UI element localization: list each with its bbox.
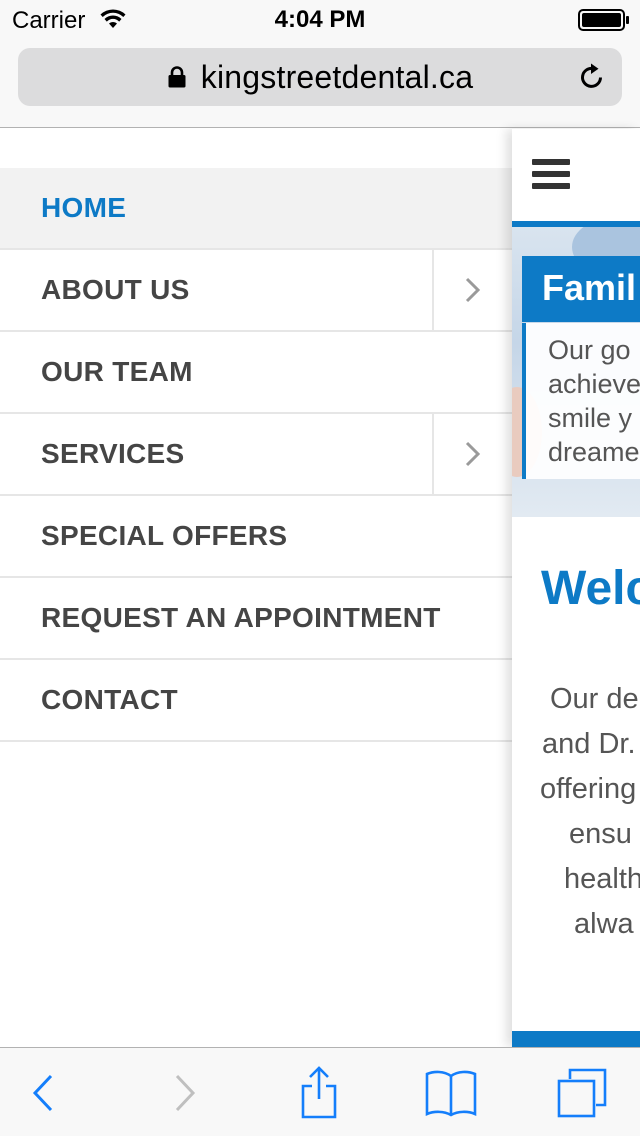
side-navigation-menu: HOME ABOUT US OUR TEAM SERVICES SPECIAL … — [0, 129, 512, 1047]
menu-item-label: HOME — [41, 192, 127, 223]
chevron-right-icon — [465, 441, 481, 467]
menu-item-label: REQUEST AN APPOINTMENT — [41, 602, 441, 633]
menu-item-label: SERVICES — [41, 438, 185, 469]
share-icon — [301, 1065, 337, 1118]
hero-text-box: Our go achieve smile y dreame — [522, 323, 640, 479]
menu-top-spacer — [0, 129, 512, 168]
hero-text: Our go achieve smile y dreame — [548, 333, 640, 469]
tabs-button[interactable] — [552, 1048, 612, 1136]
hero-banner: Famil Our go achieve smile y dreame — [512, 227, 640, 517]
address-bar-content: kingstreetdental.ca — [18, 48, 622, 106]
chevron-right-icon — [465, 277, 481, 303]
address-bar[interactable]: kingstreetdental.ca — [18, 48, 622, 106]
menu-item-label: CONTACT — [41, 684, 178, 715]
hamburger-menu-icon[interactable] — [532, 159, 570, 189]
body-line: health — [564, 863, 640, 895]
browser-bottom-toolbar — [0, 1047, 640, 1136]
hero-text-line: dreame — [548, 437, 640, 467]
hero-text-line: Our go — [548, 335, 631, 365]
share-button[interactable] — [292, 1048, 346, 1136]
menu-item-special-offers[interactable]: SPECIAL OFFERS — [0, 496, 512, 578]
menu-item-home[interactable]: HOME — [0, 168, 512, 250]
forward-icon — [175, 1074, 196, 1111]
back-icon — [32, 1074, 53, 1111]
battery-icon — [578, 9, 629, 31]
hero-text-line: achieve — [548, 369, 640, 399]
menu-item-about-us[interactable]: ABOUT US — [0, 250, 512, 332]
page-content: Famil Our go achieve smile y dreame Welc… — [512, 129, 640, 1047]
menu-item-services[interactable]: SERVICES — [0, 414, 512, 496]
menu-item-label: OUR TEAM — [41, 356, 193, 387]
page-header — [512, 129, 640, 221]
welcome-body-text: Our de and Dr. offering ensu health alwa — [540, 677, 640, 947]
forward-button[interactable] — [160, 1048, 210, 1136]
bookmarks-icon — [425, 1070, 477, 1116]
services-submenu-toggle[interactable] — [432, 414, 512, 494]
about-us-submenu-toggle[interactable] — [432, 250, 512, 330]
status-time: 4:04 PM — [274, 6, 366, 33]
hero-text-line: smile y — [548, 403, 633, 433]
body-line: and Dr. — [542, 728, 636, 760]
body-line: ensu — [569, 818, 632, 850]
status-bar: Carrier 4:04 PM — [0, 0, 640, 40]
tabs-icon — [557, 1068, 607, 1117]
page-footer-strip — [512, 1031, 640, 1047]
menu-item-label: SPECIAL OFFERS — [41, 520, 288, 551]
body-line: alwa — [574, 908, 634, 940]
bookmarks-button[interactable] — [420, 1048, 482, 1136]
lock-icon — [168, 66, 186, 88]
hero-title-box: Famil — [522, 256, 640, 322]
browser-top-chrome: Carrier 4:04 PM kingstreetdental.ca — [0, 0, 640, 128]
menu-item-contact[interactable]: CONTACT — [0, 660, 512, 742]
reload-icon[interactable] — [578, 62, 606, 92]
menu-item-request-appointment[interactable]: REQUEST AN APPOINTMENT — [0, 578, 512, 660]
welcome-heading: Welc — [541, 562, 640, 615]
back-button[interactable] — [18, 1048, 68, 1136]
menu-item-our-team[interactable]: OUR TEAM — [0, 332, 512, 414]
url-text: kingstreetdental.ca — [200, 58, 474, 95]
hero-title: Famil — [542, 267, 637, 308]
menu-item-label: ABOUT US — [41, 274, 190, 305]
body-line: Our de — [550, 683, 639, 715]
body-line: offering — [540, 773, 637, 805]
